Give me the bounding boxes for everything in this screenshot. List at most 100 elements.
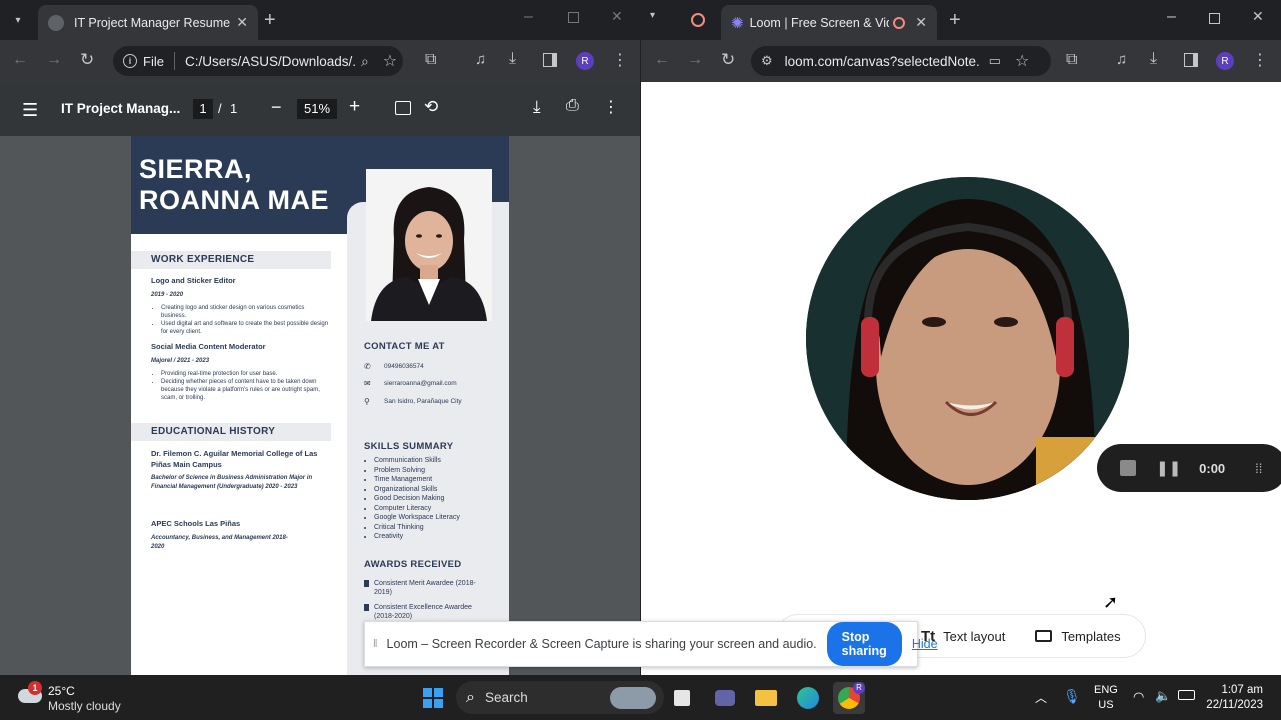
download-icon[interactable]: ⤓ [1150,50,1157,68]
rotate-icon[interactable]: ⟲ [424,97,438,117]
profile-avatar[interactable]: R [576,52,594,70]
hamburger-menu-icon[interactable]: ☰ [22,100,38,121]
pause-icon[interactable]: ❚❚ [1156,459,1181,477]
pdf-canvas: SIERRA, ROANNA MAE WORK EXPERIENCE Logo … [0,136,640,675]
show-hidden-icons-icon[interactable]: ︿ [1035,689,1047,706]
pdf-more-icon[interactable]: ⋮ [603,97,619,117]
close-window-icon[interactable]: ✕ [1252,8,1264,25]
phone-text: 09496036574 [384,363,424,370]
forward-icon[interactable]: → [687,51,703,69]
weather-alert-badge: 1 [28,681,42,695]
new-tab-icon[interactable]: + [949,9,961,32]
job1-dates: 2019 - 2020 [151,292,184,298]
contact-address: ⚲ San Isidro, Parañaque City [364,397,462,406]
recording-controls: ❚❚ 0:00 ⁞⁞ [1097,444,1281,492]
new-tab-icon[interactable]: + [264,9,276,32]
extensions-icon[interactable]: ⧉ [425,51,436,69]
extensions-icon[interactable]: ⧉ [1066,51,1077,69]
site-settings-icon[interactable]: ⚙ [761,53,773,69]
location-pin-icon: ⚲ [364,397,370,406]
award-text: Consistent Excellence Awardee (2018-2020… [374,604,472,620]
download-icon[interactable]: ⤓ [509,50,516,68]
stop-recording-button[interactable] [1120,460,1136,476]
job1-bullets: Creating logo and sticker design on vari… [151,304,331,336]
text-layout-button[interactable]: Text layout [943,629,1005,644]
camera-in-use-icon[interactable]: ▭ [989,53,1001,69]
camera-bubble[interactable] [806,177,1129,500]
tab-search-icon[interactable]: ▾ [8,10,28,30]
chrome-browser-icon[interactable]: R [833,682,865,714]
edge-browser-icon[interactable] [792,682,824,714]
reload-icon[interactable]: ↻ [80,50,94,70]
side-panel-icon[interactable] [1184,53,1198,67]
work-experience-heading: WORK EXPERIENCE [131,251,331,269]
award-item: Consistent Merit Awardee (2018-2019) [364,579,484,597]
side-panel-icon[interactable] [543,53,557,67]
clock[interactable]: 1:07 am 22/11/2023 [1205,683,1263,713]
wifi-icon[interactable]: ◠ [1133,689,1144,705]
bookmark-star-icon[interactable]: ☆ [383,51,397,71]
recording-indicator-icon[interactable] [691,13,705,27]
zoom-out-icon[interactable]: − [271,97,282,118]
left-browser-window: ▾ IT Project Manager Resume ✕ + – ✕ ← → … [0,0,640,675]
taskbar-search-box[interactable]: ⌕ Search [456,681,664,714]
tab-loom[interactable]: ✺ Loom | Free Screen & Video ✕ [721,5,937,40]
email-text: sierraroanna@gmail.com [384,380,457,387]
tab-search-icon[interactable]: ▾ [650,10,655,21]
edu2-detail: Accountancy, Business, and Management 20… [151,535,288,550]
menu-kebab-icon[interactable]: ⋮ [612,50,628,70]
left-address-bar[interactable]: i File C:/Users/ASUS/Downloads/... ⌕ ☆ [113,46,403,76]
share-grip-icon[interactable]: ‖ [373,638,378,650]
templates-button[interactable]: Templates [1061,629,1120,644]
language-indicator[interactable]: ENG US [1094,683,1118,713]
drag-handle-icon[interactable]: ⁞⁞ [1255,461,1262,476]
search-icon[interactable]: ⌕ [361,53,369,70]
pdf-toolbar: ☰ IT Project Manag... 1 / 1 − 51% + ⟲ ⤓ … [0,82,640,136]
minimize-icon[interactable]: – [524,8,533,26]
close-tab-icon[interactable]: ✕ [915,14,927,31]
job2-bullet: Deciding whether pieces of content have … [161,378,336,402]
minimize-icon[interactable]: – [1167,8,1176,26]
taskbar-search-label: Search [484,690,528,705]
file-explorer-icon[interactable] [750,682,782,714]
right-address-bar[interactable]: ⚙ loom.com/canvas?selectedNote... ▭ ☆ [751,46,1051,76]
skill-item: Good Decision Making [374,494,460,504]
meet-icon[interactable] [709,682,741,714]
contact-heading: CONTACT ME AT [364,341,445,352]
profile-photo-drawing [366,169,492,321]
clock-time: 1:07 am [1221,684,1263,696]
weather-widget[interactable]: 1 25°C Mostly cloudy [18,681,158,715]
profile-avatar[interactable]: R [1216,52,1234,70]
zoom-in-icon[interactable]: + [349,96,360,118]
print-icon[interactable]: ⎙ [566,97,579,115]
close-tab-icon[interactable]: ✕ [236,14,248,31]
back-icon[interactable]: ← [12,51,28,69]
volume-icon[interactable]: 🔈 [1155,688,1171,704]
microphone-icon[interactable]: 🎙 [1063,688,1081,705]
contact-email: ✉ sierraroanna@gmail.com [364,379,457,388]
hide-link[interactable]: Hide [912,637,938,651]
stop-sharing-button[interactable]: Stop sharing [826,622,902,666]
start-button[interactable] [417,682,449,714]
right-toolbar: ← → ↻ ⚙ loom.com/canvas?selectedNote... … [641,40,1281,82]
chrome-profile-badge: R [853,682,865,694]
battery-icon[interactable] [1178,690,1195,700]
tab-resume[interactable]: IT Project Manager Resume ✕ [38,5,258,40]
media-control-icon[interactable]: ♫ [475,51,486,68]
page-separator: / [218,101,222,116]
address-scheme: File [143,53,164,69]
fit-page-icon[interactable] [395,101,411,115]
reload-icon[interactable]: ↻ [721,50,735,70]
maximize-icon[interactable] [1209,13,1220,24]
forward-icon[interactable]: → [46,51,62,69]
page-number-input[interactable]: 1 [193,99,213,119]
zoom-level-input[interactable]: 51% [297,99,337,119]
back-icon[interactable]: ← [654,51,670,69]
bookmark-star-icon[interactable]: ☆ [1015,51,1029,71]
pdf-download-icon[interactable]: ⤓ [533,97,541,117]
maximize-icon[interactable] [568,12,579,23]
task-view-icon[interactable] [666,682,698,714]
close-window-icon[interactable]: ✕ [611,8,623,25]
media-control-icon[interactable]: ♫ [1116,51,1127,68]
menu-kebab-icon[interactable]: ⋮ [1252,50,1268,70]
